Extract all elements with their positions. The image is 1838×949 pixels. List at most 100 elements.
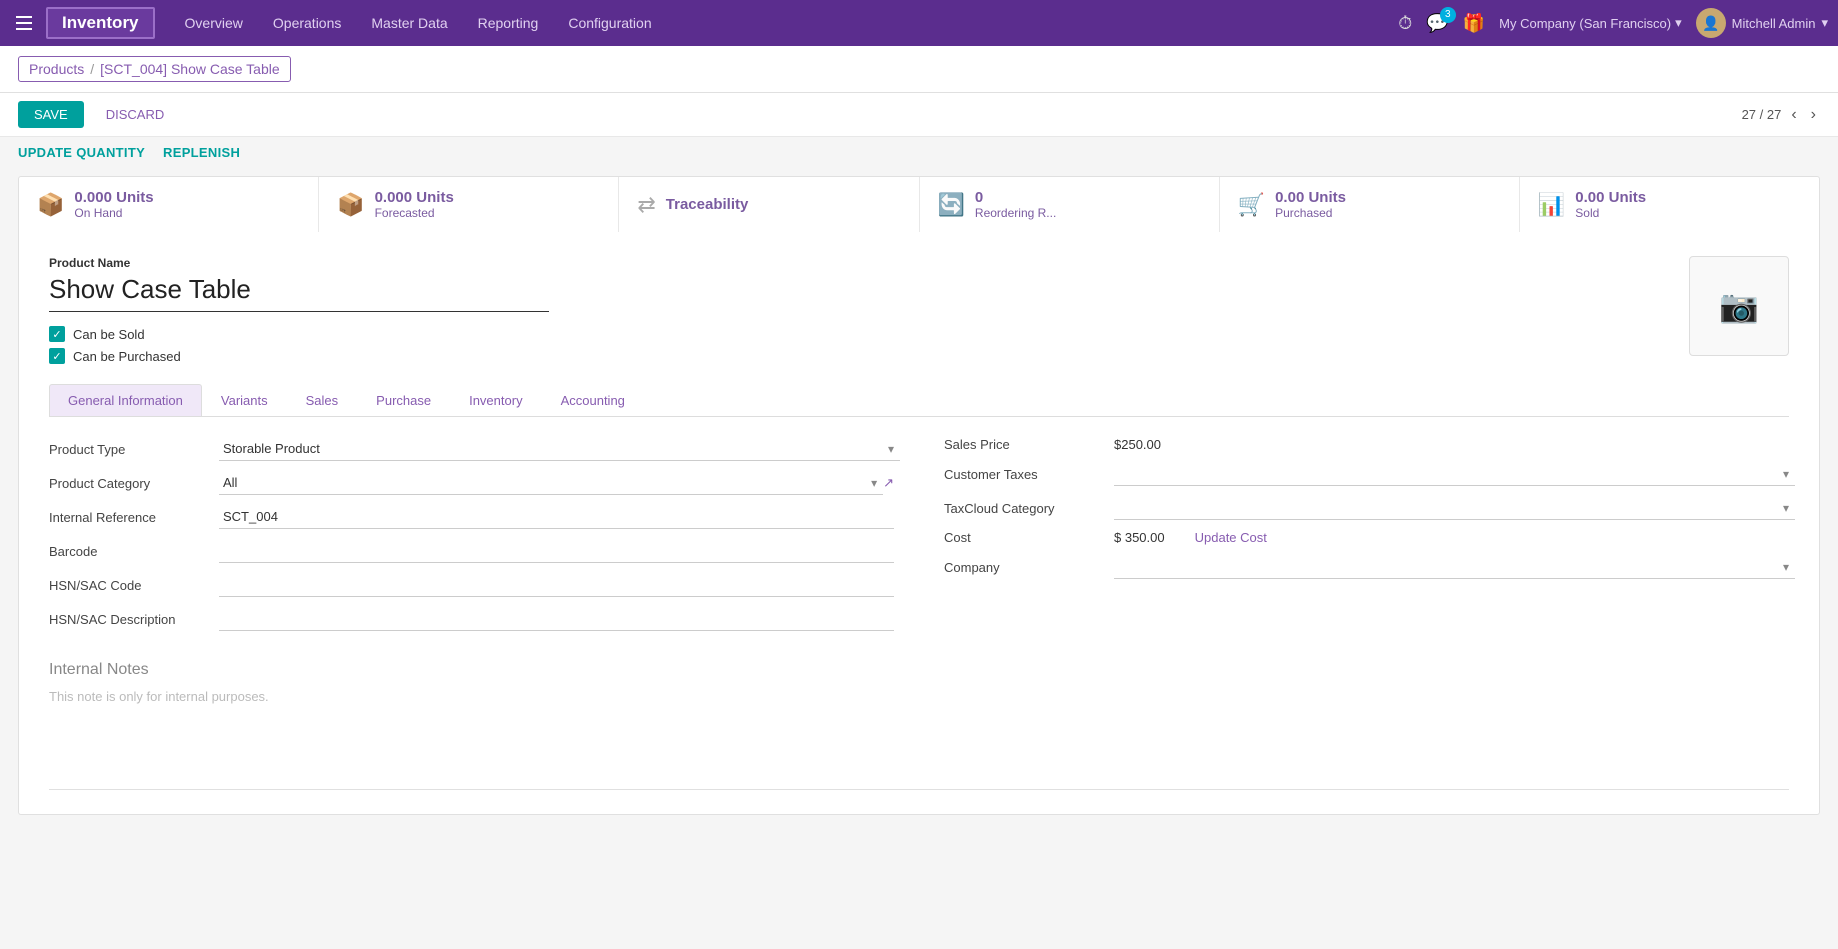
sales-price-label: Sales Price: [944, 437, 1104, 452]
hsn-sac-code-row: HSN/SAC Code: [49, 573, 894, 597]
tab-purchase[interactable]: Purchase: [357, 384, 450, 416]
purchased-label: Purchased: [1275, 206, 1346, 220]
forecasted-icon: 📦: [337, 192, 364, 218]
action-bar: SAVE DISCARD 27 / 27 ‹ ›: [0, 93, 1838, 137]
product-category-row: Product Category All ▾ ↗: [49, 471, 894, 495]
replenish-button[interactable]: REPLENISH: [163, 145, 240, 160]
traceability-icon: ⇄: [637, 192, 655, 218]
stats-bar: 📦 0.000 Units On Hand 📦 0.000 Units Fore…: [18, 176, 1820, 232]
breadcrumb-separator: /: [90, 61, 94, 77]
tab-inventory[interactable]: Inventory: [450, 384, 541, 416]
cost-row: Cost $ 350.00 Update Cost: [944, 530, 1789, 545]
barcode-label: Barcode: [49, 544, 209, 559]
customer-taxes-label: Customer Taxes: [944, 467, 1104, 482]
gift-icon[interactable]: 🎁: [1463, 13, 1485, 34]
product-name-underline: [49, 311, 549, 312]
can-be-purchased-row: Can be Purchased: [49, 348, 1689, 364]
hsn-sac-desc-input[interactable]: [219, 607, 894, 631]
barcode-row: Barcode: [49, 539, 894, 563]
on-hand-icon: 📦: [37, 192, 64, 218]
breadcrumb-bar: Products / [SCT_004] Show Case Table: [0, 46, 1838, 93]
discard-button[interactable]: DISCARD: [96, 101, 175, 128]
cost-label: Cost: [944, 530, 1104, 545]
internal-notes-placeholder[interactable]: This note is only for internal purposes.: [49, 689, 1789, 749]
stat-purchased[interactable]: 🛒 0.00 Units Purchased: [1220, 177, 1520, 232]
internal-reference-row: Internal Reference: [49, 505, 894, 529]
save-button[interactable]: SAVE: [18, 101, 84, 128]
form-grid: Product Type Storable Product ▾ Product …: [49, 437, 1789, 631]
clock-icon[interactable]: ⏱: [1398, 13, 1412, 34]
tab-general-information[interactable]: General Information: [49, 384, 202, 416]
barcode-input[interactable]: [219, 539, 894, 563]
camera-icon: 📷: [1719, 287, 1759, 325]
chat-icon[interactable]: 💬 3: [1426, 13, 1448, 34]
notification-badge: 3: [1440, 7, 1456, 23]
on-hand-label: On Hand: [74, 206, 153, 220]
forecasted-label: Forecasted: [375, 206, 454, 220]
menu-reporting[interactable]: Reporting: [466, 9, 551, 37]
grid-menu-icon[interactable]: [10, 9, 38, 37]
breadcrumb-parent[interactable]: Products: [29, 61, 84, 77]
topnav-right: ⏱ 💬 3 🎁 My Company (San Francisco) ▾ 👤 M…: [1398, 8, 1828, 38]
can-be-purchased-checkbox[interactable]: [49, 348, 65, 364]
menu-master-data[interactable]: Master Data: [359, 9, 459, 37]
product-type-select[interactable]: Storable Product: [219, 437, 900, 461]
menu-configuration[interactable]: Configuration: [556, 9, 663, 37]
internal-notes-section: Internal Notes This note is only for int…: [49, 661, 1789, 790]
stat-sold[interactable]: 📊 0.00 Units Sold: [1520, 177, 1819, 232]
pagination-text: 27 / 27: [1742, 107, 1782, 122]
product-type-row: Product Type Storable Product ▾: [49, 437, 894, 461]
can-be-sold-checkbox[interactable]: [49, 326, 65, 342]
breadcrumb-current: [SCT_004] Show Case Table: [100, 61, 280, 77]
company-selector[interactable]: My Company (San Francisco) ▾: [1499, 15, 1681, 31]
update-cost-button[interactable]: Update Cost: [1195, 530, 1267, 545]
cost-value[interactable]: $ 350.00: [1114, 530, 1165, 545]
app-name[interactable]: Inventory: [46, 7, 155, 39]
avatar: 👤: [1696, 8, 1726, 38]
sold-value: 0.00 Units: [1575, 189, 1646, 206]
product-name-field[interactable]: Show Case Table: [49, 274, 1689, 305]
product-category-label: Product Category: [49, 476, 209, 491]
reordering-label: Reordering R...: [975, 206, 1056, 220]
hsn-sac-desc-label: HSN/SAC Description: [49, 612, 209, 627]
hsn-sac-desc-row: HSN/SAC Description: [49, 607, 894, 631]
pagination-next-button[interactable]: ›: [1807, 106, 1820, 124]
menu-overview[interactable]: Overview: [173, 9, 255, 37]
product-category-external-link-icon[interactable]: ↗: [883, 475, 894, 491]
taxcloud-category-label: TaxCloud Category: [944, 501, 1104, 516]
topnav: Inventory Overview Operations Master Dat…: [0, 0, 1838, 46]
taxcloud-category-select[interactable]: [1114, 496, 1795, 520]
form-left: Product Type Storable Product ▾ Product …: [49, 437, 894, 631]
company-select[interactable]: [1114, 555, 1795, 579]
product-card: Product Name Show Case Table Can be Sold…: [18, 232, 1820, 815]
tab-sales[interactable]: Sales: [287, 384, 358, 416]
stat-on-hand[interactable]: 📦 0.000 Units On Hand: [19, 177, 319, 232]
forecasted-value: 0.000 Units: [375, 189, 454, 206]
sold-label: Sold: [1575, 206, 1646, 220]
stat-reordering[interactable]: 🔄 0 Reordering R...: [920, 177, 1220, 232]
company-row: Company ▾: [944, 555, 1789, 579]
pagination-prev-button[interactable]: ‹: [1787, 106, 1800, 124]
stat-traceability[interactable]: ⇄ Traceability: [619, 177, 919, 232]
on-hand-value: 0.000 Units: [74, 189, 153, 206]
sales-price-value[interactable]: $250.00: [1114, 437, 1161, 452]
sales-price-row: Sales Price $250.00: [944, 437, 1789, 452]
menu-operations[interactable]: Operations: [261, 9, 353, 37]
internal-reference-label: Internal Reference: [49, 510, 209, 525]
user-menu[interactable]: 👤 Mitchell Admin ▾: [1696, 8, 1828, 38]
product-category-select[interactable]: All: [219, 471, 883, 495]
customer-taxes-select[interactable]: [1114, 462, 1795, 486]
breadcrumb: Products / [SCT_004] Show Case Table: [18, 56, 291, 82]
product-type-label: Product Type: [49, 442, 209, 457]
internal-reference-input[interactable]: [219, 505, 894, 529]
stat-forecasted[interactable]: 📦 0.000 Units Forecasted: [319, 177, 619, 232]
internal-notes-title: Internal Notes: [49, 661, 1789, 679]
update-quantity-button[interactable]: UPDATE QUANTITY: [18, 145, 145, 160]
hsn-sac-code-input[interactable]: [219, 573, 894, 597]
main-content: 📦 0.000 Units On Hand 📦 0.000 Units Fore…: [0, 176, 1838, 845]
tab-accounting[interactable]: Accounting: [542, 384, 644, 416]
tab-variants[interactable]: Variants: [202, 384, 287, 416]
product-header-row: Product Name Show Case Table Can be Sold…: [49, 256, 1789, 384]
product-image[interactable]: 📷: [1689, 256, 1789, 356]
hsn-sac-code-label: HSN/SAC Code: [49, 578, 209, 593]
